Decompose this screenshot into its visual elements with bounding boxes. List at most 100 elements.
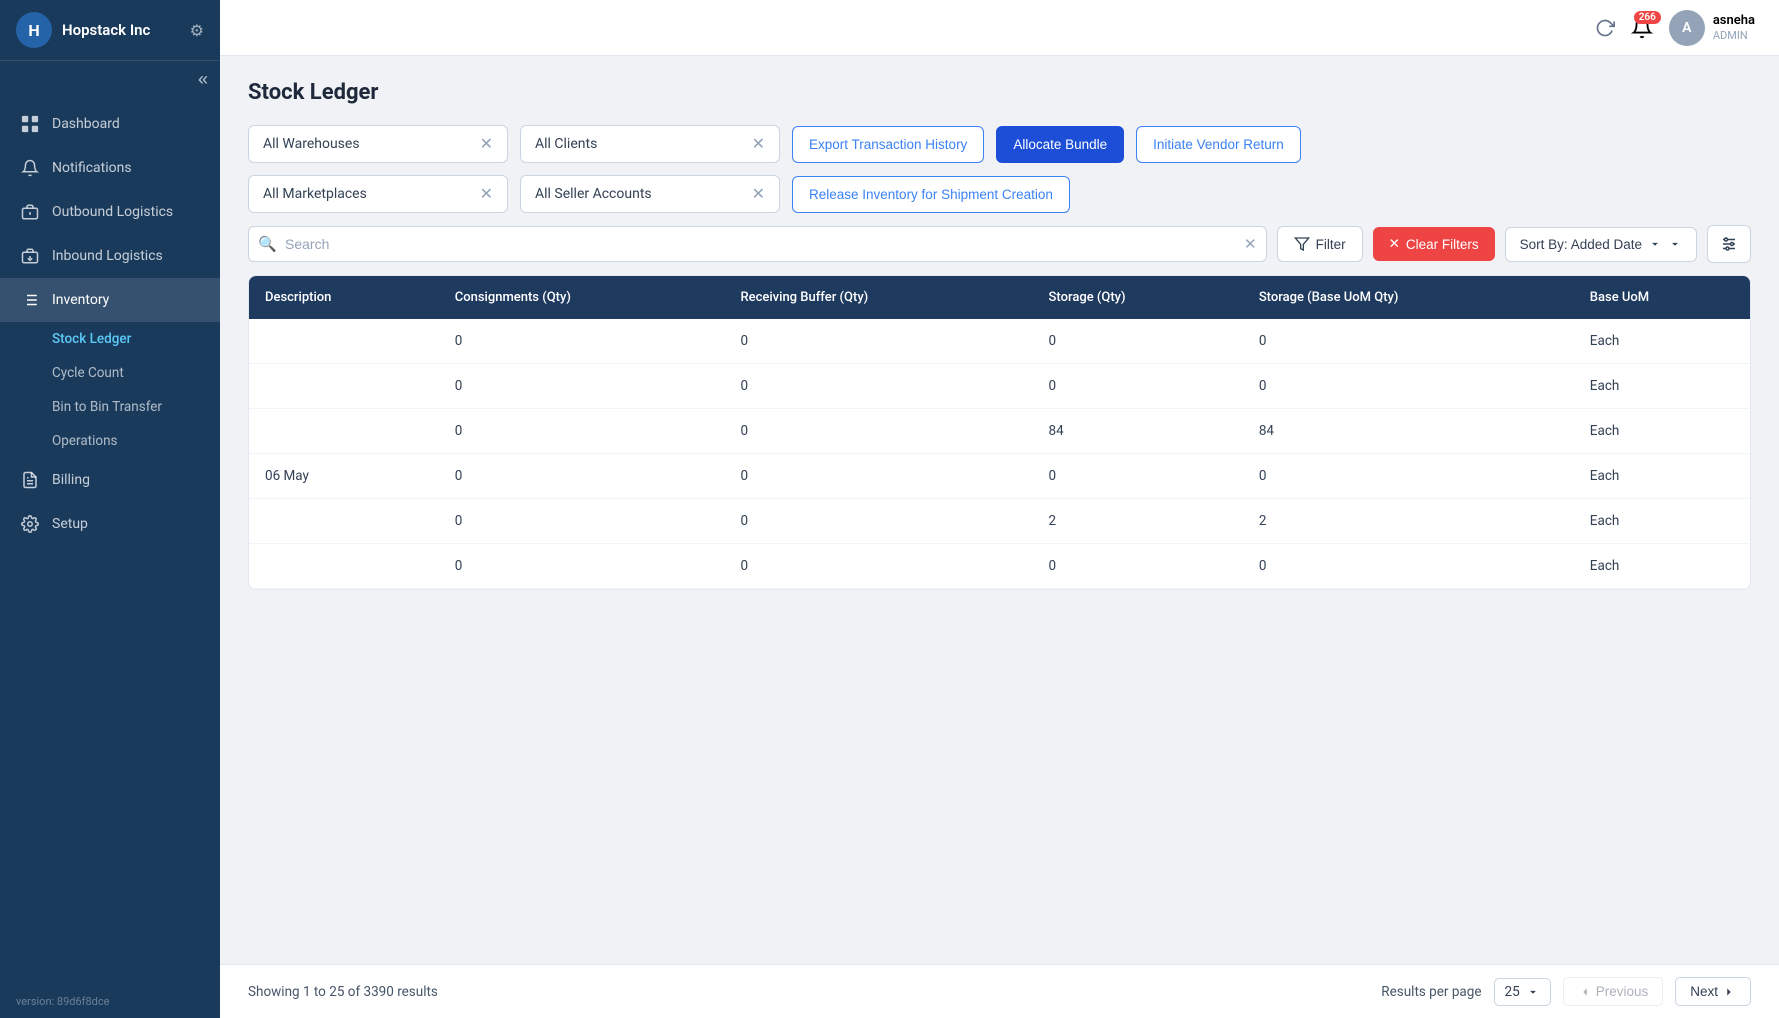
cell-storage: 2: [1033, 499, 1243, 544]
client-filter-clear[interactable]: ✕: [752, 136, 765, 152]
chevron-down-icon: [1648, 237, 1662, 251]
outbound-icon: [20, 202, 40, 222]
sidebar-item-label: Setup: [52, 516, 88, 532]
sidebar-item-stock-ledger[interactable]: Stock Ledger: [0, 322, 220, 356]
cell-storage: 84: [1033, 409, 1243, 454]
stock-ledger-table: Description Consignments (Qty) Receiving…: [248, 275, 1751, 590]
cell-consignments: 0: [439, 499, 725, 544]
cell-consignments: 0: [439, 364, 725, 409]
pagination-bar: Showing 1 to 25 of 3390 results Results …: [220, 964, 1779, 1018]
seller-filter-label: All Seller Accounts: [535, 186, 744, 202]
filter-button[interactable]: Filter: [1277, 226, 1363, 262]
cell-storage-base: 0: [1243, 364, 1574, 409]
cell-receiving: 0: [724, 544, 1032, 589]
sidebar-item-inventory[interactable]: Inventory: [0, 278, 220, 322]
seller-filter[interactable]: All Seller Accounts ✕: [520, 175, 780, 213]
marketplace-filter[interactable]: All Marketplaces ✕: [248, 175, 508, 213]
search-input[interactable]: [248, 226, 1267, 262]
marketplace-filter-clear[interactable]: ✕: [480, 186, 493, 202]
table-scroll[interactable]: Description Consignments (Qty) Receiving…: [249, 276, 1750, 589]
table-row: 0 0 2 2 Each: [249, 499, 1750, 544]
col-storage: Storage (Qty): [1033, 276, 1243, 319]
pagination-showing: Showing 1 to 25 of 3390 results: [248, 984, 438, 1000]
sort-button[interactable]: Sort By: Added Date: [1505, 227, 1697, 262]
cell-base-uom: Each: [1574, 499, 1750, 544]
sidebar-item-inbound[interactable]: Inbound Logistics: [0, 234, 220, 278]
results-per-page-select[interactable]: 25: [1494, 978, 1551, 1006]
cell-receiving: 0: [724, 319, 1032, 364]
sidebar-logo: H: [16, 12, 52, 48]
warehouse-filter-label: All Warehouses: [263, 136, 472, 152]
table-row: 06 May 0 0 0 0 Each: [249, 454, 1750, 499]
filter-row-2: All Marketplaces ✕ All Seller Accounts ✕…: [248, 175, 1751, 213]
sidebar-title: Hopstack Inc: [62, 21, 150, 39]
inventory-sub-nav: Stock Ledger Cycle Count Bin to Bin Tran…: [0, 322, 220, 458]
cell-description: [249, 499, 439, 544]
sidebar-item-bin-transfer[interactable]: Bin to Bin Transfer: [0, 390, 220, 424]
prev-label: Previous: [1596, 984, 1649, 999]
sidebar-item-label: Outbound Logistics: [52, 204, 173, 220]
setup-icon: [20, 514, 40, 534]
cell-storage: 0: [1033, 319, 1243, 364]
clear-filters-label: Clear Filters: [1406, 237, 1479, 252]
allocate-button[interactable]: Allocate Bundle: [996, 126, 1124, 163]
sidebar-item-outbound[interactable]: Outbound Logistics: [0, 190, 220, 234]
warehouse-filter[interactable]: All Warehouses ✕: [248, 125, 508, 163]
table-row: 0 0 84 84 Each: [249, 409, 1750, 454]
sidebar: H Hopstack Inc ⚙ « Dashboard Notificatio…: [0, 0, 220, 1018]
gear-icon[interactable]: ⚙: [190, 21, 204, 40]
export-button[interactable]: Export Transaction History: [792, 126, 984, 163]
refresh-button[interactable]: [1595, 18, 1615, 38]
next-button[interactable]: Next: [1675, 977, 1751, 1006]
cell-base-uom: Each: [1574, 364, 1750, 409]
cell-storage: 0: [1033, 454, 1243, 499]
table-row: 0 0 0 0 Each: [249, 544, 1750, 589]
cell-receiving: 0: [724, 499, 1032, 544]
table-body: 0 0 0 0 Each 0 0 0 0 Each 0 0 84 84 Each…: [249, 319, 1750, 589]
user-menu[interactable]: A asneha ADMIN: [1669, 10, 1755, 46]
sidebar-item-operations[interactable]: Operations: [0, 424, 220, 458]
cell-consignments: 0: [439, 319, 725, 364]
cell-storage-base: 84: [1243, 409, 1574, 454]
cell-description: [249, 544, 439, 589]
cell-description: [249, 364, 439, 409]
sidebar-version: version: 89d6f8dce: [0, 985, 220, 1018]
chevron-down-icon-2: [1668, 237, 1682, 251]
chevron-right-icon: [1722, 985, 1736, 999]
release-inventory-button[interactable]: Release Inventory for Shipment Creation: [792, 176, 1070, 213]
col-receiving: Receiving Buffer (Qty): [724, 276, 1032, 319]
warehouse-filter-clear[interactable]: ✕: [480, 136, 493, 152]
cell-base-uom: Each: [1574, 544, 1750, 589]
client-filter[interactable]: All Clients ✕: [520, 125, 780, 163]
sidebar-item-label: Notifications: [52, 160, 132, 176]
cell-storage: 0: [1033, 364, 1243, 409]
cell-consignments: 0: [439, 544, 725, 589]
table-header: Description Consignments (Qty) Receiving…: [249, 276, 1750, 319]
sort-label: Sort By: Added Date: [1520, 237, 1642, 252]
search-clear-icon[interactable]: ✕: [1244, 235, 1257, 253]
sidebar-item-dashboard[interactable]: Dashboard: [0, 102, 220, 146]
filter-icon: [1294, 236, 1310, 252]
sidebar-item-setup[interactable]: Setup: [0, 502, 220, 546]
billing-icon: [20, 470, 40, 490]
sidebar-collapse-button[interactable]: «: [198, 69, 208, 90]
sidebar-item-billing[interactable]: Billing: [0, 458, 220, 502]
notification-button[interactable]: 266: [1631, 17, 1653, 39]
previous-button[interactable]: Previous: [1563, 977, 1664, 1006]
sidebar-item-notifications[interactable]: Notifications: [0, 146, 220, 190]
cell-description: 06 May: [249, 454, 439, 499]
sliders-icon: [1720, 235, 1738, 253]
table-row: 0 0 0 0 Each: [249, 319, 1750, 364]
sidebar-item-cycle-count[interactable]: Cycle Count: [0, 356, 220, 390]
sidebar-item-label: Inbound Logistics: [52, 248, 163, 264]
pagination-controls: Results per page 25 Previous Next: [1381, 977, 1751, 1006]
vendor-return-button[interactable]: Initiate Vendor Return: [1136, 126, 1301, 163]
seller-filter-clear[interactable]: ✕: [752, 186, 765, 202]
inbound-icon: [20, 246, 40, 266]
filter-row-1: All Warehouses ✕ All Clients ✕ Export Tr…: [248, 125, 1751, 163]
client-filter-label: All Clients: [535, 136, 744, 152]
cell-base-uom: Each: [1574, 454, 1750, 499]
clear-filters-button[interactable]: ✕ Clear Filters: [1373, 227, 1495, 261]
sort-options-button[interactable]: [1707, 225, 1751, 263]
rpp-chevron-icon: [1526, 985, 1540, 999]
